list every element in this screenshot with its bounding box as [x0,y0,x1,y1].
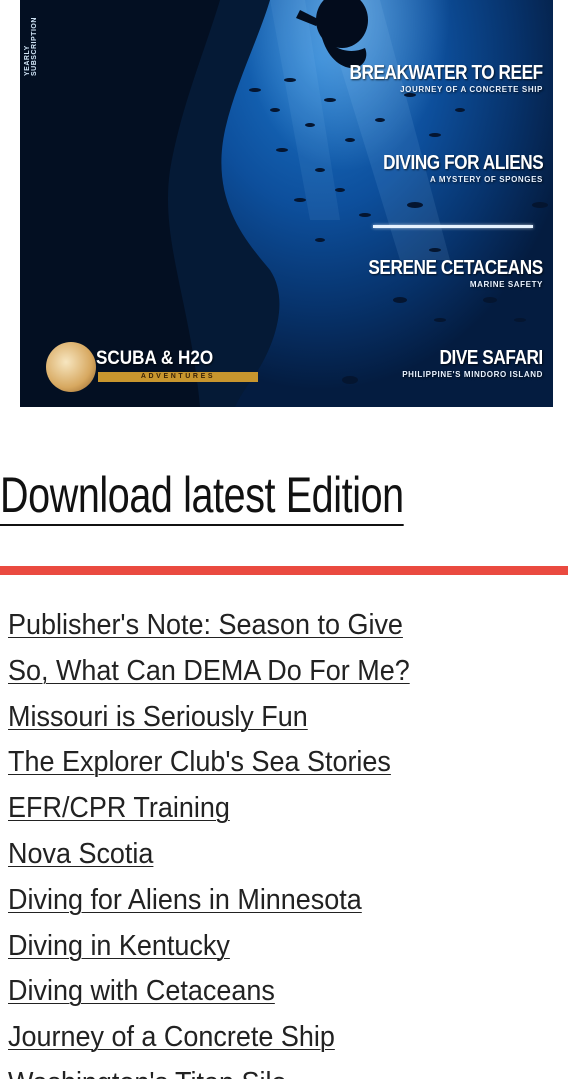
logo-tagline: ADVENTURES [98,372,258,382]
article-link[interactable]: Diving for Aliens in Minnesota [8,881,362,919]
cover-story-headline: DIVING FOR ALIENS [382,152,544,174]
cover-story-breakwater: BREAKWATER TO REEF JOURNEY OF A CONCRETE… [318,62,544,94]
cover-story-subtitle: MARINE SAFETY [469,280,543,289]
cover-divider [373,225,533,228]
list-item: Publisher's Note: Season to Give [8,606,440,652]
cover-story-headline: SERENE CETACEANS [368,257,544,279]
logo-name: SCUBA & H2O [96,348,214,369]
list-item: Diving with Cetaceans [8,972,440,1018]
cover-story-cetaceans: SERENE CETACEANS MARINE SAFETY [340,257,544,289]
article-link[interactable]: So, What Can DEMA Do For Me? [8,652,410,690]
list-item: Journey of a Concrete Ship [8,1018,440,1064]
article-link[interactable]: Diving with Cetaceans [8,972,275,1010]
list-item: EFR/CPR Training [8,789,440,835]
list-item: So, What Can DEMA Do For Me? [8,652,440,698]
article-link[interactable]: The Explorer Club's Sea Stories [8,743,391,781]
cover-story-subtitle: JOURNEY OF A CONCRETE SHIP [400,85,543,94]
cover-story-safari: DIVE SAFARI PHILIPPINE'S MINDORO ISLAND [402,347,543,379]
cover-story-headline: DIVE SAFARI [439,347,544,369]
page: YEARLY SUBSCRIPTION BREAKWATER TO REEF J… [0,0,568,1079]
section-divider [0,566,568,575]
cover-story-subtitle: PHILIPPINE'S MINDORO ISLAND [402,370,543,379]
magazine-cover-image[interactable]: YEARLY SUBSCRIPTION BREAKWATER TO REEF J… [20,0,553,407]
article-list: Publisher's Note: Season to Give So, Wha… [8,606,440,1079]
article-link[interactable]: Journey of a Concrete Ship [8,1018,335,1056]
article-link[interactable]: Missouri is Seriously Fun [8,698,308,736]
list-item: The Explorer Club's Sea Stories [8,743,440,789]
cover-story-aliens: DIVING FOR ALIENS A MYSTERY OF SPONGES [357,152,544,184]
list-item: Diving for Aliens in Minnesota [8,881,440,927]
diver-badge-icon [46,342,96,392]
article-link[interactable]: Publisher's Note: Season to Give [8,606,403,644]
list-item: Washington's Titan Silo [8,1064,440,1079]
scuba-h2o-logo: SCUBA & H2O ADVENTURES [46,342,286,392]
list-item: Missouri is Seriously Fun [8,698,440,744]
article-link[interactable]: EFR/CPR Training [8,789,230,827]
cover-story-headline: BREAKWATER TO REEF [349,62,544,84]
download-latest-edition-link[interactable]: Download latest Edition [0,466,404,526]
cover-spine-text: YEARLY SUBSCRIPTION [24,17,38,76]
article-link[interactable]: Nova Scotia [8,835,153,873]
list-item: Nova Scotia [8,835,440,881]
cover-story-subtitle: A MYSTERY OF SPONGES [429,175,543,184]
article-link[interactable]: Washington's Titan Silo [8,1064,286,1079]
list-item: Diving in Kentucky [8,927,440,973]
article-link[interactable]: Diving in Kentucky [8,927,230,965]
